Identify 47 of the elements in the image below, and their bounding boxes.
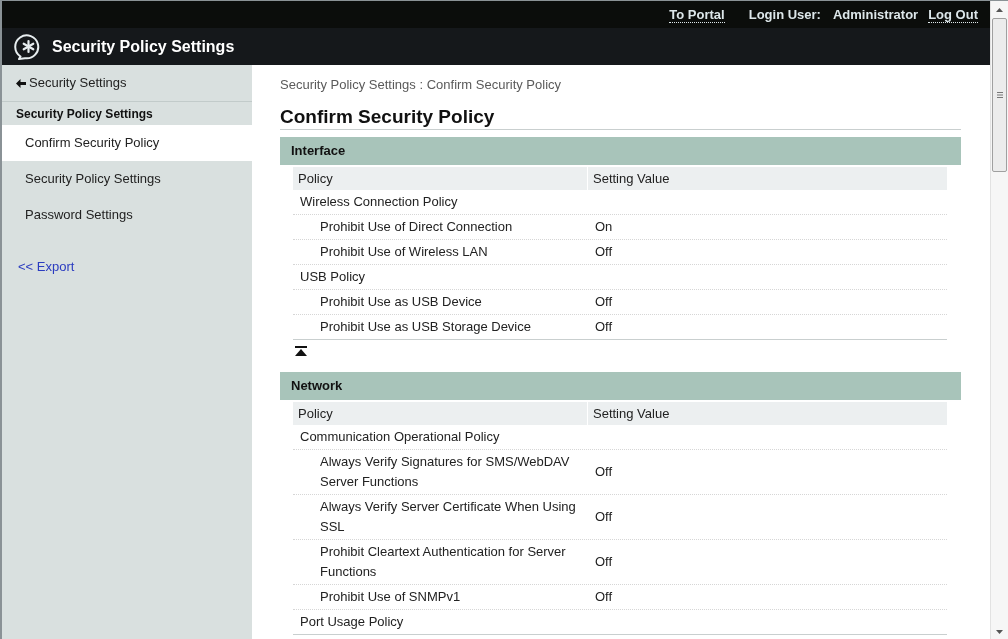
sidebar-item[interactable]: Password Settings <box>2 197 252 233</box>
export-link[interactable]: << Export <box>18 259 75 274</box>
page-title: Confirm Security Policy <box>280 105 961 130</box>
left-arrow-icon <box>16 78 26 88</box>
setting-value: Off <box>595 293 613 311</box>
scroll-up-icon[interactable] <box>996 8 1003 12</box>
setting-value: Off <box>595 318 613 336</box>
scroll-down-icon[interactable] <box>996 630 1003 634</box>
scrollbar[interactable] <box>990 1 1008 639</box>
logout-link[interactable]: Log Out <box>928 6 978 23</box>
setting-value: Off <box>595 463 613 481</box>
policy-name: Always Verify Signatures for SMS/WebDAV Server Functions <box>319 453 571 491</box>
portal-link[interactable]: To Portal <box>669 6 725 23</box>
setting-value: Off <box>595 588 613 606</box>
section-title: Network <box>280 372 961 400</box>
setting-value: Off <box>595 553 613 571</box>
back-link[interactable]: Security Settings <box>16 73 127 93</box>
app-title: Security Policy Settings <box>52 36 235 57</box>
section-title: Interface <box>280 137 961 165</box>
sidebar-item[interactable]: Confirm Security Policy <box>2 125 252 161</box>
policy-name: Prohibit Use of Wireless LAN <box>319 243 489 261</box>
column-header: Setting Value <box>588 402 947 425</box>
column-header: Policy <box>293 402 587 425</box>
breadcrumb: Security Policy Settings : Confirm Security Policy <box>280 76 563 94</box>
grip-icon <box>996 92 1003 98</box>
sidebar-section-title: Security Policy Settings <box>15 105 154 123</box>
column-header: Setting Value <box>588 167 947 190</box>
policy-group: Communication Operational Policy <box>293 425 587 449</box>
logo-icon <box>14 32 42 61</box>
setting-value: Off <box>595 508 613 526</box>
sidebar-item[interactable]: Security Policy Settings <box>2 161 252 197</box>
policy-name: Prohibit Cleartext Authentication for Server Functions <box>319 543 567 581</box>
policy-group: Port Usage Policy <box>293 610 587 634</box>
setting-value: On <box>595 218 613 236</box>
column-header: Policy <box>293 167 587 190</box>
login-label: Login User: <box>748 5 821 24</box>
back-to-top-icon[interactable] <box>295 346 307 356</box>
policy-name: Always Verify Server Certificate When Using SSL <box>319 498 577 536</box>
policy-name: Prohibit Use as USB Device <box>319 293 483 311</box>
setting-value: Off <box>595 243 613 261</box>
scrollbar-thumb[interactable] <box>992 18 1007 172</box>
policy-name: Prohibit Use of Direct Connection <box>319 218 514 236</box>
user-name: Administrator <box>832 5 919 24</box>
policy-group: USB Policy <box>293 265 587 289</box>
policy-name: Prohibit Use as USB Storage Device <box>319 318 532 336</box>
policy-group: Wireless Connection Policy <box>293 190 587 214</box>
policy-name: Prohibit Use of SNMPv1 <box>319 588 462 606</box>
